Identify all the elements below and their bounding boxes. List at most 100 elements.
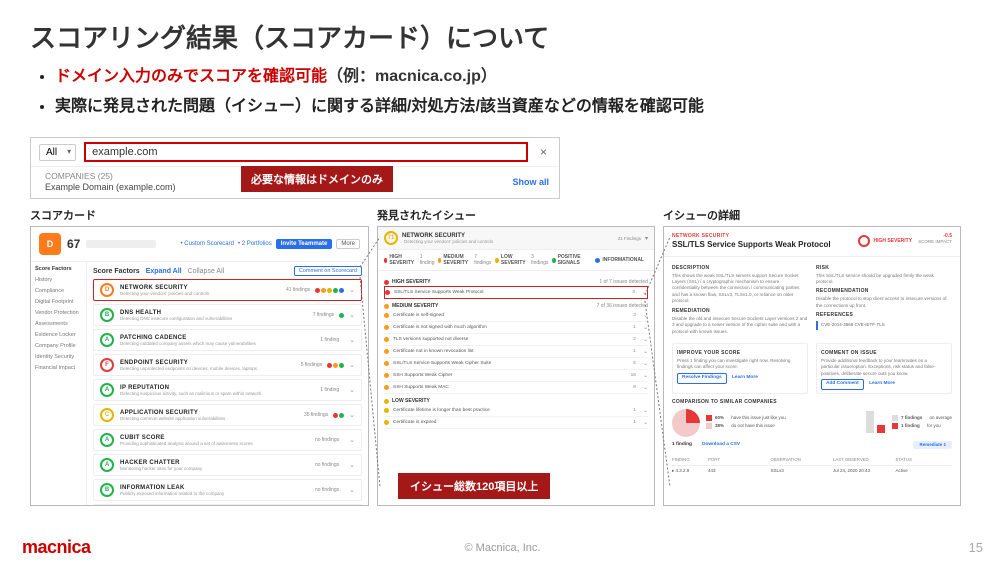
findings-count: 41 findings (286, 287, 310, 293)
sidebar-item[interactable]: Digital Footprint (35, 299, 82, 305)
chevron-down-icon[interactable]: ⌄ (349, 461, 355, 469)
bullet1-red: ドメイン入力のみでスコアを確認可能 (55, 68, 327, 85)
more-button[interactable]: More (336, 239, 360, 249)
sidebar-item[interactable]: Identity Security (35, 354, 82, 360)
chevron-down-icon[interactable]: ⌄ (349, 311, 355, 319)
sidebar-item[interactable]: Assessments (35, 321, 82, 327)
chevron-down-icon[interactable]: ⌄ (349, 361, 355, 369)
search-input[interactable]: example.com (84, 142, 528, 162)
issue-row[interactable]: TLS versions supported not diverse2⌄ (384, 334, 648, 346)
improve-text: Press 1 finding you can investigate righ… (677, 358, 803, 371)
factor-row[interactable]: AIP REPUTATIONDetecting suspicious activ… (93, 379, 362, 401)
leg3-val: 7 findings (901, 415, 922, 421)
legend-sq-icon (706, 423, 712, 429)
chevron-down-icon[interactable]: ⌄ (349, 436, 355, 444)
issue-row[interactable]: SSH Supports Weak MAC8⌄ (384, 382, 648, 394)
sidebar-item[interactable]: Financial Impact (35, 365, 82, 371)
leg4-txt: for you (927, 423, 941, 429)
severity-label: HIGH SEVERITY (873, 238, 912, 244)
chevron-down-icon[interactable]: ⌄ (349, 386, 355, 394)
result-category: COMPANIES (25) (45, 171, 176, 181)
factor-row[interactable]: BSOCIAL ENGINEERINGMeasuring company awa… (93, 504, 362, 506)
head-link-portfolios[interactable]: • 2 Portfolios (238, 241, 272, 247)
bullet-1: ドメイン入力のみでスコアを確認可能（例：macnica.co.jp） (55, 65, 965, 89)
grade-ring-icon: A (100, 458, 114, 472)
issue-row[interactable]: Certificate lifetime is longer than best… (384, 405, 648, 417)
issue-row[interactable]: Certificate is self-signed3⌄ (384, 310, 648, 322)
comparison-heading: COMPARISON TO SIMILAR COMPANIES (672, 399, 952, 406)
issue-row[interactable]: SSL/TLS Service Supports Weak Protocol3⌄ (384, 286, 648, 299)
grade-ring-icon: C (100, 408, 114, 422)
download-csv-link[interactable]: Download a CSV (702, 442, 740, 449)
impact-label: SCORE IMPACT (918, 239, 952, 244)
factor-row[interactable]: FENDPOINT SECURITYDetecting unprotected … (93, 354, 362, 376)
issue-row[interactable]: Certificate not in known revocation list… (384, 346, 648, 358)
factor-row[interactable]: BDNS HEALTHDetecting DNS insecure config… (93, 304, 362, 326)
search-result-item[interactable]: Example Domain (example.com) (45, 182, 176, 192)
chevron-down-icon[interactable]: ⌄ (349, 411, 355, 419)
chevron-down-icon[interactable]: ⌄ (349, 286, 355, 294)
grade-ring-icon: A (100, 433, 114, 447)
findings-count: 35 findings (304, 412, 328, 418)
learn-more-link[interactable]: Learn More (732, 375, 758, 380)
score-badge: D (39, 233, 61, 255)
grade-ring-icon: B (100, 308, 114, 322)
collapse-all[interactable]: Collapse All (188, 268, 225, 275)
leg2-txt: do not have this issue (731, 423, 775, 429)
show-all-link[interactable]: Show all (512, 177, 549, 187)
severity-badge: HIGH SEVERITY (858, 233, 912, 250)
sidebar-item[interactable]: Score Factors (35, 266, 82, 272)
sidebar-item[interactable]: Vendor Protection (35, 310, 82, 316)
severity-dots (327, 363, 344, 368)
factor-row[interactable]: AHACKER CHATTERMonitoring hacker sites f… (93, 454, 362, 476)
issue-row[interactable]: SSL/TLS Service Supports Weak Cipher Sui… (384, 358, 648, 370)
grade-ring-icon: B (100, 483, 114, 497)
severity-section-header: MEDIUM SEVERITY7 of 36 issues detected (384, 303, 648, 309)
severity-ring-icon (858, 235, 870, 247)
severity-dots (315, 288, 344, 293)
factor-row[interactable]: APATCHING CADENCEDetecting outdated comp… (93, 329, 362, 351)
issue-row[interactable]: Certificate is expired1⌄ (384, 417, 648, 429)
learn-more-link2[interactable]: Learn More (869, 381, 895, 386)
remediate-button[interactable]: Remediate 1 (913, 441, 952, 449)
severity-dots (333, 413, 344, 418)
chevron-down-icon[interactable]: ▾ (645, 235, 648, 242)
factor-row[interactable]: BINFORMATION LEAKPublicly exposed inform… (93, 479, 362, 501)
rem-heading: REMEDIATION (672, 308, 808, 315)
findings-count: no findings (315, 487, 339, 493)
head-link-custom[interactable]: • Custom Scorecard (181, 241, 234, 247)
sidebar-item[interactable]: Evidence Locker (35, 332, 82, 338)
issue-row[interactable]: Certificate is not signed with much algo… (384, 322, 648, 334)
factor-subtitle: Monitoring hacker sites for your company (120, 466, 202, 471)
findings-count: no findings (315, 437, 339, 443)
findings-count: no findings (315, 462, 339, 468)
issue-row[interactable]: SSH Supports Weak Cipher16⌄ (384, 370, 648, 382)
sidebar-item[interactable]: Company Profile (35, 343, 82, 349)
add-comment-button[interactable]: Add Comment (821, 379, 864, 390)
callout-issue-count: イシュー総数120項目以上 (398, 473, 550, 499)
leg3-txt: on average (929, 415, 952, 421)
search-panel: All example.com × COMPANIES (25) Example… (30, 137, 560, 199)
factor-row[interactable]: CAPPLICATION SECURITYDetecting common we… (93, 404, 362, 426)
chevron-down-icon[interactable]: ⌄ (349, 336, 355, 344)
ref-item[interactable]: CVE-2014-3566 CVE-IETF-TLS (816, 321, 952, 329)
factor-row[interactable]: ACUBIT SCOREProviding sophisticated anal… (93, 429, 362, 451)
issue-category-sub: Detecting your vendors' policies and con… (404, 239, 493, 244)
issues-screenshot: 71 NETWORK SECURITY Detecting your vendo… (377, 226, 655, 506)
search-scope-dropdown[interactable]: All (39, 144, 76, 161)
expand-all[interactable]: Expand All (146, 268, 182, 275)
rec-text: Disable the protocol to stop client acce… (816, 296, 952, 309)
factor-row[interactable]: DNETWORK SECURITYDetecting your vendors'… (93, 279, 362, 301)
close-icon[interactable]: × (536, 145, 551, 159)
sidebar-item[interactable]: History (35, 277, 82, 283)
score-value: 67 (67, 237, 80, 251)
company-name-redacted (86, 240, 156, 248)
finding-table-row[interactable]: ▸ 4.3.2.9443SSLv3Jul 24, 2020 20:43Activ… (672, 466, 952, 476)
resolve-findings-button[interactable]: Resolve Findings (677, 373, 727, 384)
comment-scorecard-button[interactable]: Comment on Scorecard (294, 266, 362, 276)
legend-sq-icon (892, 423, 898, 429)
invite-button[interactable]: Invite Teammate (276, 239, 333, 249)
chevron-down-icon[interactable]: ⌄ (349, 486, 355, 494)
sidebar-item[interactable]: Compliance (35, 288, 82, 294)
detail-screenshot: NETWORK SECURITY SSL/TLS Service Support… (663, 226, 961, 506)
